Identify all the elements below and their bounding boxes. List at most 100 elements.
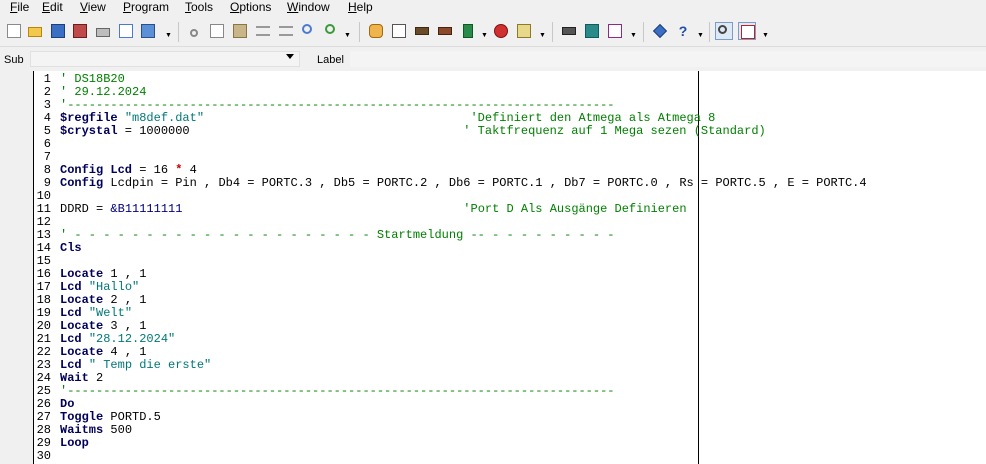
code-line[interactable]: Loop [60, 437, 89, 450]
export-dropdown-icon[interactable]: ▼ [165, 32, 172, 39]
menu-help[interactable]: Help [347, 0, 374, 17]
code-token: 1 , 1 [103, 267, 147, 281]
find-dropdown-icon[interactable]: ▼ [344, 32, 351, 39]
menu-program[interactable]: Program [122, 0, 170, 17]
find-next-button[interactable] [323, 22, 341, 40]
code-line[interactable]: '---------------------------------------… [60, 385, 615, 398]
toolbar-separator [643, 22, 644, 42]
code-token: ' Taktfrequenz auf 1 Mega sezen (Standar… [463, 124, 766, 138]
code-token: 500 [103, 423, 133, 437]
program-chip-button[interactable] [436, 22, 454, 40]
save-all-icon [73, 24, 87, 38]
code-token: "m8def.dat" [124, 111, 205, 125]
label-label: Label [317, 54, 344, 66]
help-button[interactable]: ? [674, 22, 692, 40]
print-button[interactable] [94, 22, 112, 40]
info-button[interactable] [651, 22, 669, 40]
graph-button[interactable] [606, 22, 624, 40]
paste-icon [233, 24, 247, 38]
save-button[interactable] [49, 22, 67, 40]
menu-options[interactable]: Options [229, 0, 272, 17]
indent-button[interactable] [254, 22, 272, 40]
code-token: 3 , 1 [103, 319, 147, 333]
terminal-button[interactable] [583, 22, 601, 40]
export-button[interactable] [139, 22, 157, 40]
paste-button[interactable] [231, 22, 249, 40]
code-token: Waitms [60, 423, 104, 437]
simulator-dropdown-icon[interactable]: ▼ [539, 32, 546, 39]
find-icon [302, 24, 312, 34]
menu-tools[interactable]: Tools [184, 0, 214, 17]
code-line[interactable]: $crystal = 1000000 ' Taktfrequenz auf 1 … [60, 125, 766, 138]
export-icon [141, 24, 155, 38]
lcd-designer-button[interactable] [560, 22, 578, 40]
graph-icon [608, 24, 622, 38]
hand-button[interactable] [367, 22, 385, 40]
graph-dropdown-icon[interactable]: ▼ [630, 32, 637, 39]
outdent-icon [279, 26, 293, 36]
code-editor[interactable]: 1 ' DS18B20 2 ' 29.12.2024 3 '---------------… [0, 71, 986, 464]
cut-icon [190, 29, 198, 37]
code-token: Toggle [60, 410, 104, 424]
toolbar-separator [709, 22, 710, 42]
sub-dropdown-arrow-icon[interactable] [286, 54, 294, 59]
stop-button[interactable] [492, 22, 510, 40]
code-token: '---------------------------------------… [60, 98, 615, 112]
code-token: 4 [182, 163, 197, 177]
code-token: Lcdpin = Pin , Db4 = PORTC.3 , Db5 = POR… [103, 176, 867, 190]
code-token: ' 29.12.2024 [60, 85, 147, 99]
code-token: Locate [60, 319, 104, 333]
code-token: Locate [60, 267, 104, 281]
pdf-button[interactable] [738, 22, 756, 40]
find-button[interactable] [300, 22, 318, 40]
print-preview-button[interactable] [117, 22, 135, 40]
print-preview-icon [119, 24, 133, 38]
print-icon [96, 28, 110, 37]
pdf-icon [741, 25, 755, 39]
menu-edit[interactable]: Edit [41, 0, 64, 17]
code-token: DDRD = [60, 202, 111, 216]
simulator-button[interactable] [515, 22, 533, 40]
save-all-button[interactable] [71, 22, 89, 40]
sub-select[interactable] [30, 51, 300, 67]
compile-button[interactable] [413, 22, 431, 40]
stop-icon [494, 24, 508, 38]
zoom-button[interactable] [715, 22, 733, 40]
code-line[interactable]: ' - - - - - - - - - - - - - - - - - - - … [60, 229, 615, 242]
outdent-button[interactable] [277, 22, 295, 40]
toolbar-separator [552, 22, 553, 42]
menu-view[interactable]: View [79, 0, 107, 17]
label-select[interactable] [350, 51, 986, 67]
check-syntax-button[interactable] [390, 22, 408, 40]
code-token: 'Definiert den Atmega als Atmega 8 [470, 111, 716, 125]
toolbar: ▼ ▼ ▼ ▼ ▼ ? ▼ ▼ [0, 18, 986, 47]
help-dropdown-icon[interactable]: ▼ [697, 32, 704, 39]
toolbar-separator [359, 22, 360, 42]
menu-file[interactable]: File [9, 0, 30, 17]
code-line[interactable]: DDRD = &B11111111 'Port D Als Ausgänge D… [60, 203, 687, 216]
code-token: " Temp die erste" [88, 358, 212, 372]
new-file-icon [7, 24, 21, 38]
code-line[interactable]: Cls [60, 242, 82, 255]
compile-icon [415, 27, 429, 35]
programmer-button[interactable] [459, 22, 477, 40]
programmer-dropdown-icon[interactable]: ▼ [481, 32, 488, 39]
code-line[interactable]: Config Lcdpin = Pin , Db4 = PORTC.3 , Db… [60, 177, 867, 190]
new-file-button[interactable] [5, 22, 23, 40]
cut-button[interactable] [185, 22, 203, 40]
copy-button[interactable] [208, 22, 226, 40]
pdf-dropdown-icon[interactable]: ▼ [762, 32, 769, 39]
menu-window[interactable]: Window [286, 0, 331, 17]
code-token: '---------------------------------------… [60, 384, 615, 398]
check-syntax-icon [392, 24, 406, 38]
open-button[interactable] [26, 22, 44, 40]
code-token: Locate [60, 345, 104, 359]
find-next-icon [325, 24, 335, 34]
code-token: 2 , 1 [103, 293, 147, 307]
